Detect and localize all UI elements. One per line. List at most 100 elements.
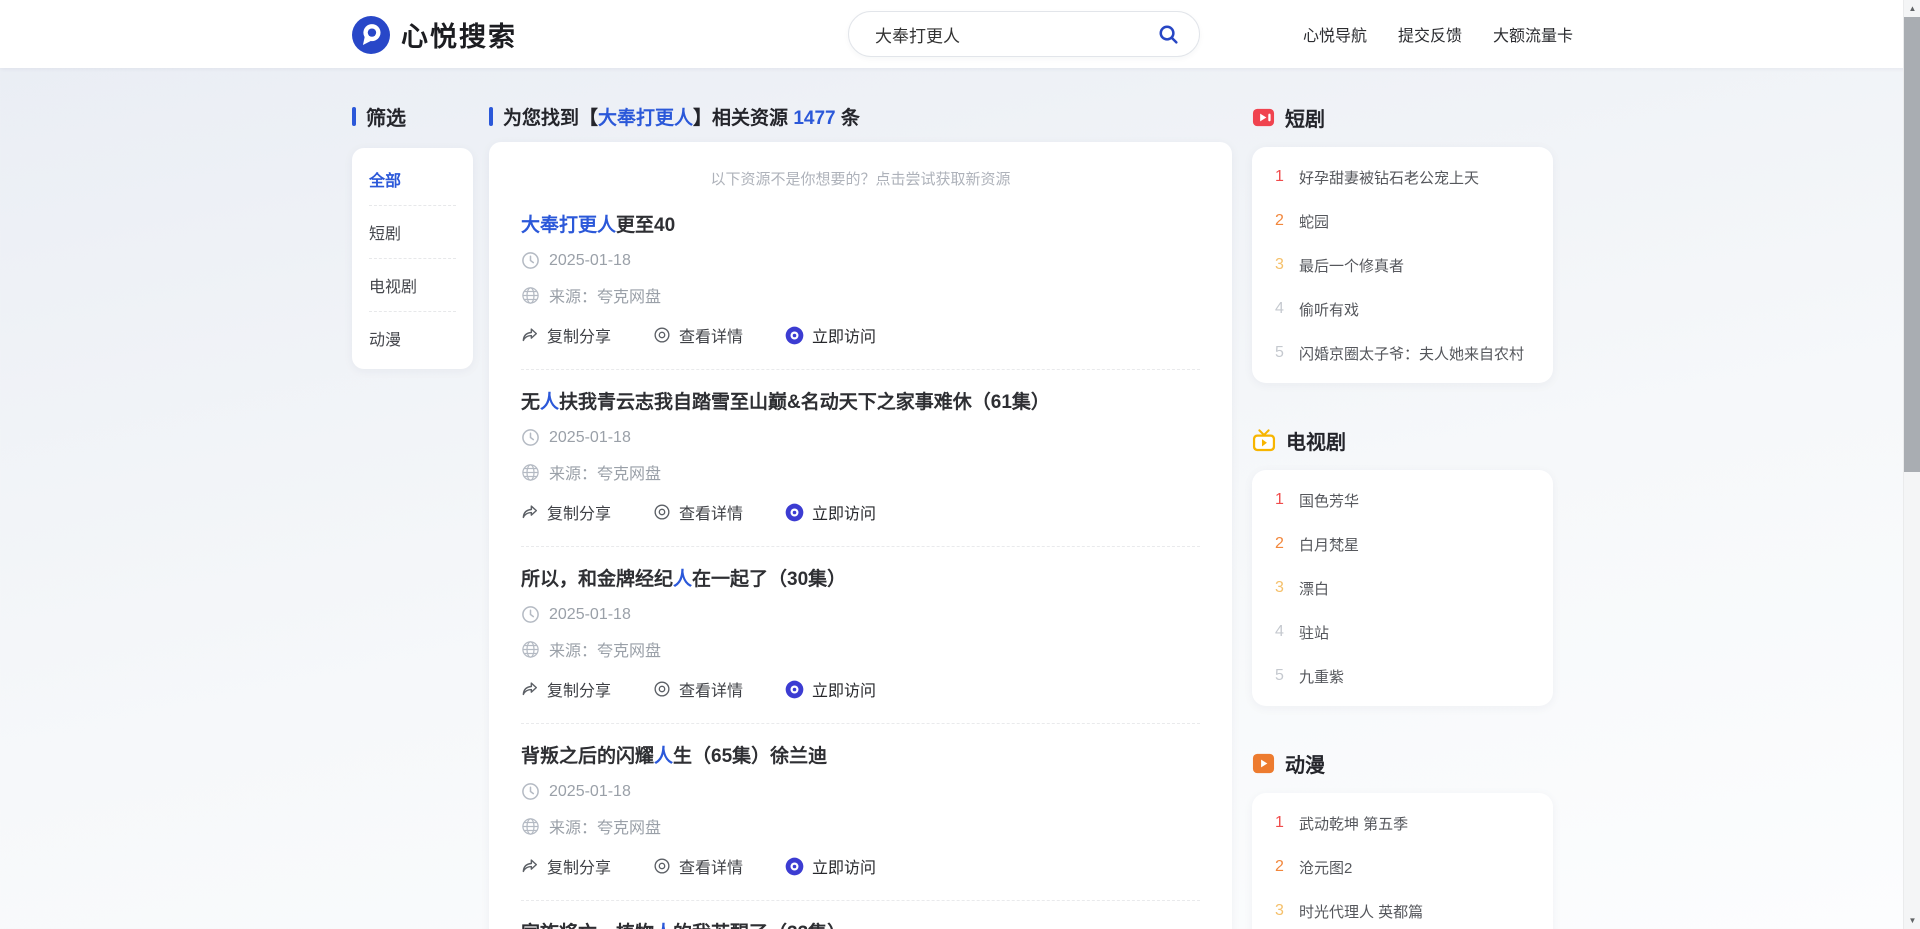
result-title[interactable]: 大奉打更人更至40 [521, 214, 1200, 238]
scroll-down-button[interactable]: ▼ [1904, 912, 1920, 929]
nav-link-data-card[interactable]: 大额流量卡 [1493, 22, 1573, 46]
results-count-heading: 为您找到【大奉打更人】相关资源 1477 条 [503, 107, 860, 129]
result-date: 2025-01-18 [549, 782, 631, 800]
nav-link-navigation[interactable]: 心悦导航 [1303, 22, 1367, 46]
top-bar: 心悦搜索 心悦导航 提交反馈 大额流量卡 [0, 0, 1920, 68]
filter-sidebar: 筛选 全部 短剧 电视剧 动漫 [352, 104, 473, 369]
rank-item[interactable]: 2 蛇园 [1273, 199, 1532, 243]
visit-now-button[interactable]: 立即访问 [785, 854, 876, 878]
scrollbar-thumb[interactable] [1904, 17, 1920, 472]
clock-icon [521, 605, 540, 624]
view-detail-button[interactable]: 查看详情 [653, 323, 743, 347]
view-detail-button[interactable]: 查看详情 [653, 500, 743, 524]
result-source-row: 来源：夸克网盘 [521, 814, 1200, 838]
rank-item[interactable]: 4 驻站 [1273, 610, 1532, 654]
result-source-row: 来源：夸克网盘 [521, 460, 1200, 484]
share-icon [521, 857, 539, 875]
result-actions: 复制分享 查看详情 立即访问 [521, 500, 1200, 524]
rank-item[interactable]: 2 沧元图2 [1273, 845, 1532, 889]
rank-number: 4 [1275, 623, 1284, 640]
view-detail-button[interactable]: 查看详情 [653, 677, 743, 701]
rank-item[interactable]: 1 武动乾坤 第五季 [1273, 801, 1532, 845]
result-date: 2025-01-18 [549, 251, 631, 269]
search-icon [1157, 23, 1180, 46]
globe-icon [521, 286, 540, 305]
results-list: 大奉打更人更至40 2025-01-18 来源：夸克网盘 复制分享 查看详情 立即访问 无人… [521, 193, 1200, 929]
brand-name: 心悦搜索 [401, 22, 517, 52]
rank-item[interactable]: 2 白月梵星 [1273, 522, 1532, 566]
scroll-up-button[interactable]: ▲ [1904, 0, 1920, 17]
rank-item[interactable]: 4 偷听有戏 [1273, 287, 1532, 331]
share-icon [521, 503, 539, 521]
short-drama-icon [1252, 106, 1275, 129]
rank-item[interactable]: 5 九重紫 [1273, 654, 1532, 698]
rank-item-title: 武动乾坤 第五季 [1299, 815, 1409, 833]
anime-icon [1252, 752, 1275, 775]
rank-number: 2 [1275, 535, 1284, 552]
filter-item-3[interactable]: 动漫 [369, 312, 456, 364]
rank-item-title: 漂白 [1299, 580, 1330, 598]
view-detail-button[interactable]: 查看详情 [653, 854, 743, 878]
rank-item[interactable]: 3 漂白 [1273, 566, 1532, 610]
rank-item-title: 最后一个修真者 [1299, 257, 1405, 275]
ranking-sidebar: 短剧 1 好孕甜妻被钻石老公宠上天 2 蛇园 3 最后一个修真者 4 偷听有戏 5 闪婚京圈太子爷：… [1252, 104, 1553, 929]
search-input[interactable] [875, 24, 1153, 44]
filter-header: 筛选 [352, 104, 473, 130]
rank-number: 3 [1275, 902, 1284, 919]
visit-now-button[interactable]: 立即访问 [785, 323, 876, 347]
copy-share-button[interactable]: 复制分享 [521, 854, 611, 878]
result-title[interactable]: 所以，和金牌经纪人在一起了（30集） [521, 568, 1200, 592]
rank-number: 2 [1275, 858, 1284, 875]
rank-number: 1 [1275, 491, 1284, 508]
rank-number: 3 [1275, 256, 1284, 273]
copy-share-button[interactable]: 复制分享 [521, 500, 611, 524]
rank-item-title: 时光代理人 英都篇 [1299, 903, 1424, 921]
result-source-row: 来源：夸克网盘 [521, 637, 1200, 661]
globe-icon [521, 640, 540, 659]
eye-icon [653, 326, 671, 344]
result-actions: 复制分享 查看详情 立即访问 [521, 323, 1200, 347]
rank-item[interactable]: 3 最后一个修真者 [1273, 243, 1532, 287]
result-source: 来源：夸克网盘 [549, 643, 662, 660]
filter-item-1[interactable]: 短剧 [369, 206, 456, 259]
filter-title: 筛选 [366, 107, 406, 130]
quark-circle-icon [785, 857, 804, 876]
blue-bar-decoration [352, 106, 356, 126]
rank-item-title: 蛇园 [1299, 213, 1330, 231]
globe-icon [521, 817, 540, 836]
nav-link-feedback[interactable]: 提交反馈 [1398, 22, 1462, 46]
result-title[interactable]: 家族将亡，植物人的我苏醒了（33集） [521, 922, 1200, 929]
rank-card: 1武动乾坤 第五季2沧元图23时光代理人 英都篇4仙逆5牧神记 [1252, 793, 1553, 929]
rank-item-title: 九重紫 [1299, 668, 1345, 686]
result-source: 来源：夸克网盘 [549, 466, 662, 483]
rank-number: 1 [1275, 168, 1284, 185]
search-box [848, 11, 1200, 57]
result-actions: 复制分享 查看详情 立即访问 [521, 854, 1200, 878]
copy-share-button[interactable]: 复制分享 [521, 677, 611, 701]
rank-item[interactable]: 3 时光代理人 英都篇 [1273, 889, 1532, 929]
visit-now-button[interactable]: 立即访问 [785, 500, 876, 524]
copy-share-button[interactable]: 复制分享 [521, 323, 611, 347]
search-button[interactable] [1153, 19, 1183, 49]
result-date-row: 2025-01-18 [521, 428, 1200, 447]
quark-logo-icon [352, 15, 390, 54]
result-title[interactable]: 背叛之后的闪耀人生（65集）徐兰迪 [521, 745, 1200, 769]
rank-card: 1 国色芳华 2 白月梵星 3 漂白 4 驻站 5 九重紫 [1252, 470, 1553, 706]
tv-icon [1252, 428, 1276, 452]
rank-item-title: 白月梵星 [1299, 536, 1360, 554]
brand-logo[interactable]: 心悦搜索 [352, 15, 517, 54]
rank-item[interactable]: 1 好孕甜妻被钻石老公宠上天 [1273, 155, 1532, 199]
rank-section-title: 电视剧 [1286, 431, 1346, 454]
filter-item-2[interactable]: 电视剧 [369, 259, 456, 312]
result-item: 家族将亡，植物人的我苏醒了（33集）2025-01-18来源：夸克网盘复制分享查… [521, 901, 1200, 929]
result-source: 来源：夸克网盘 [549, 289, 662, 306]
result-title[interactable]: 无人扶我青云志我自踏雪至山巅&名动天下之家事难休（61集） [521, 391, 1200, 415]
visit-now-button[interactable]: 立即访问 [785, 677, 876, 701]
rank-item[interactable]: 5 闪婚京圈太子爷：夫人她来自农村 [1273, 331, 1532, 375]
rank-card: 1 好孕甜妻被钻石老公宠上天 2 蛇园 3 最后一个修真者 4 偷听有戏 5 闪婚京圈太子爷：夫人… [1252, 147, 1553, 383]
scrollbar[interactable]: ▲ ▼ [1903, 0, 1920, 929]
rank-item[interactable]: 1 国色芳华 [1273, 478, 1532, 522]
refresh-results-link[interactable]: 以下资源不是你想要的？点击尝试获取新资源 [521, 168, 1200, 193]
globe-icon [521, 463, 540, 482]
filter-item-0[interactable]: 全部 [369, 153, 456, 206]
